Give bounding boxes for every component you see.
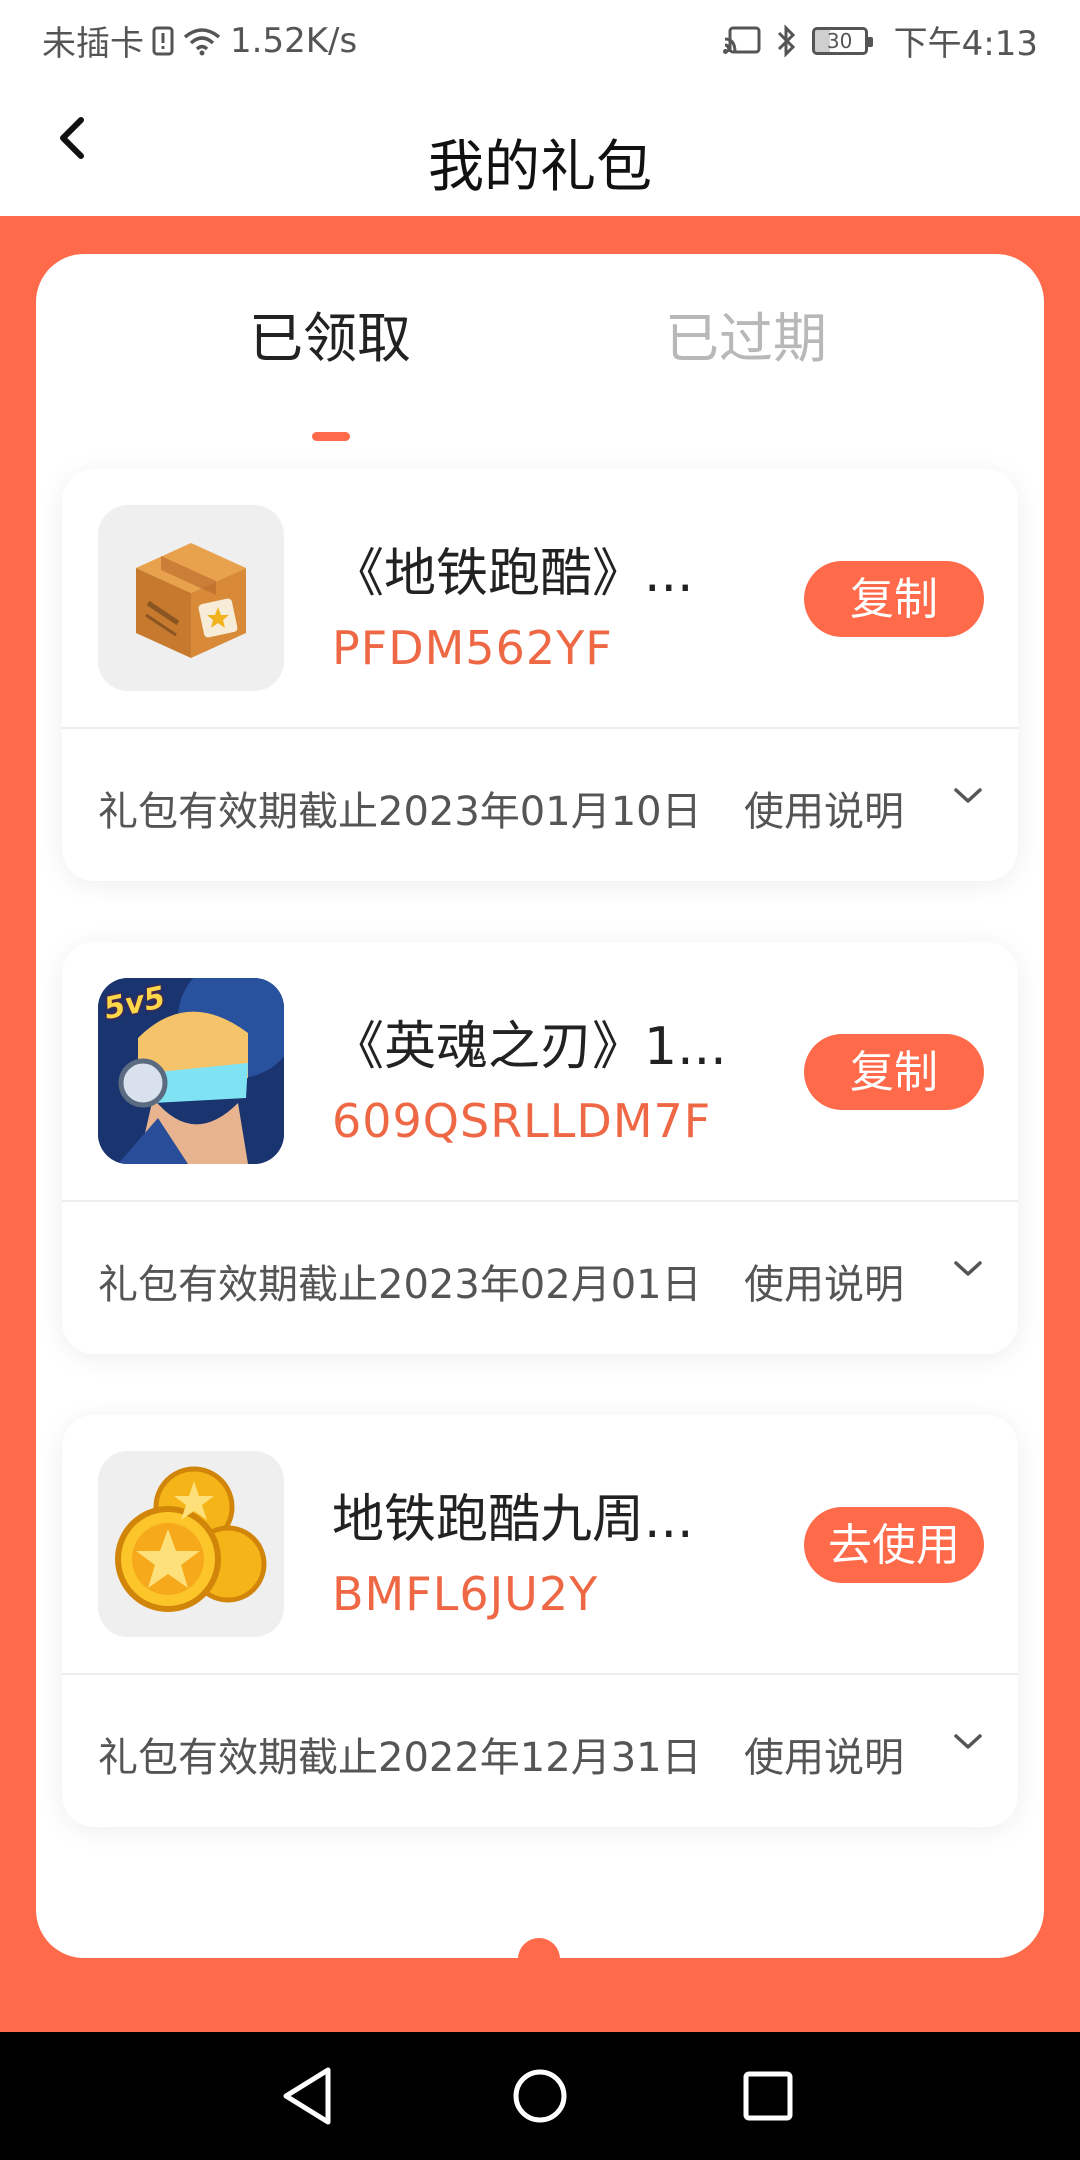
gift-panel: 已领取 已过期 《地铁跑酷》... PFDM562YF 复制 礼包有效期截止20… bbox=[36, 254, 1044, 1958]
scroll-indicator bbox=[518, 1938, 560, 1980]
chevron-down-icon[interactable] bbox=[946, 775, 990, 819]
battery-icon: 30 bbox=[811, 26, 873, 55]
status-right: 30 下午4:13 bbox=[722, 16, 1038, 65]
gift-box-icon bbox=[98, 505, 284, 691]
tab-bar: 已领取 已过期 bbox=[36, 294, 1044, 441]
gift-name: 地铁跑酷九周... bbox=[332, 1490, 694, 1550]
gift-code: BMFL6JU2Y bbox=[332, 1567, 599, 1621]
gift-code: PFDM562YF bbox=[332, 621, 613, 675]
gift-card: 地铁跑酷九周... BMFL6JU2Y 去使用 礼包有效期截止2022年12月3… bbox=[62, 1415, 1018, 1827]
gift-card: 5v5 《英魂之刃》1... 609QSRLLDM7F 复制 礼包有效期截止20… bbox=[62, 942, 1018, 1354]
recents-square-icon[interactable] bbox=[730, 2058, 806, 2134]
tab-expired[interactable]: 已过期 bbox=[586, 294, 906, 373]
gift-card-header: 5v5 《英魂之刃》1... 609QSRLLDM7F 复制 bbox=[62, 942, 1018, 1200]
status-left: 未插卡 1.52K/s bbox=[42, 16, 357, 65]
card-divider bbox=[62, 727, 1018, 729]
usage-instructions-link[interactable]: 使用说明 bbox=[744, 1725, 904, 1783]
wifi-icon bbox=[182, 26, 222, 56]
gift-card-header: 《地铁跑酷》... PFDM562YF 复制 bbox=[62, 469, 1018, 727]
system-navigation-bar bbox=[0, 2032, 1080, 2160]
sim-alert-icon bbox=[152, 26, 174, 56]
copy-button[interactable]: 复制 bbox=[804, 561, 984, 637]
expiry-date: 礼包有效期截止2023年02月01日 bbox=[98, 1262, 702, 1308]
status-bar: 未插卡 1.52K/s 30 下午4:13 bbox=[0, 0, 1080, 76]
cast-icon bbox=[722, 25, 762, 57]
network-speed: 1.52K/s bbox=[230, 20, 358, 61]
clock: 下午4:13 bbox=[893, 24, 1038, 64]
carrier-text: 未插卡 bbox=[42, 24, 144, 64]
back-triangle-icon[interactable] bbox=[272, 2058, 348, 2134]
card-divider bbox=[62, 1673, 1018, 1675]
page-title: 我的礼包 bbox=[428, 135, 652, 200]
copy-button[interactable]: 复制 bbox=[804, 1034, 984, 1110]
tab-indicator bbox=[312, 432, 350, 441]
header: 我的礼包 bbox=[0, 76, 1080, 216]
card-divider bbox=[62, 1200, 1018, 1202]
game-hero-icon: 5v5 bbox=[98, 978, 284, 1164]
usage-instructions-link[interactable]: 使用说明 bbox=[744, 1252, 904, 1310]
gift-card: 《地铁跑酷》... PFDM562YF 复制 礼包有效期截止2023年01月10… bbox=[62, 469, 1018, 881]
gold-coins-icon bbox=[98, 1451, 284, 1637]
battery-level: 30 bbox=[826, 28, 853, 53]
expiry-date: 礼包有效期截止2022年12月31日 bbox=[98, 1735, 702, 1781]
tab-received[interactable]: 已领取 bbox=[170, 294, 490, 373]
bluetooth-icon bbox=[776, 23, 798, 58]
chevron-down-icon[interactable] bbox=[946, 1248, 990, 1292]
expiry-date: 礼包有效期截止2023年01月10日 bbox=[98, 789, 702, 835]
gift-code: 609QSRLLDM7F bbox=[332, 1094, 712, 1148]
use-button[interactable]: 去使用 bbox=[804, 1507, 984, 1583]
screen: 未插卡 1.52K/s 30 下午4:13 我的礼包 已领取 已过期 《地铁跑酷… bbox=[0, 0, 1080, 2160]
gift-name: 《英魂之刃》1... bbox=[332, 1017, 727, 1077]
chevron-down-icon[interactable] bbox=[946, 1721, 990, 1765]
gift-card-header: 地铁跑酷九周... BMFL6JU2Y 去使用 bbox=[62, 1415, 1018, 1673]
gift-name: 《地铁跑酷》... bbox=[332, 544, 694, 604]
home-circle-icon[interactable] bbox=[502, 2058, 578, 2134]
usage-instructions-link[interactable]: 使用说明 bbox=[744, 779, 904, 837]
